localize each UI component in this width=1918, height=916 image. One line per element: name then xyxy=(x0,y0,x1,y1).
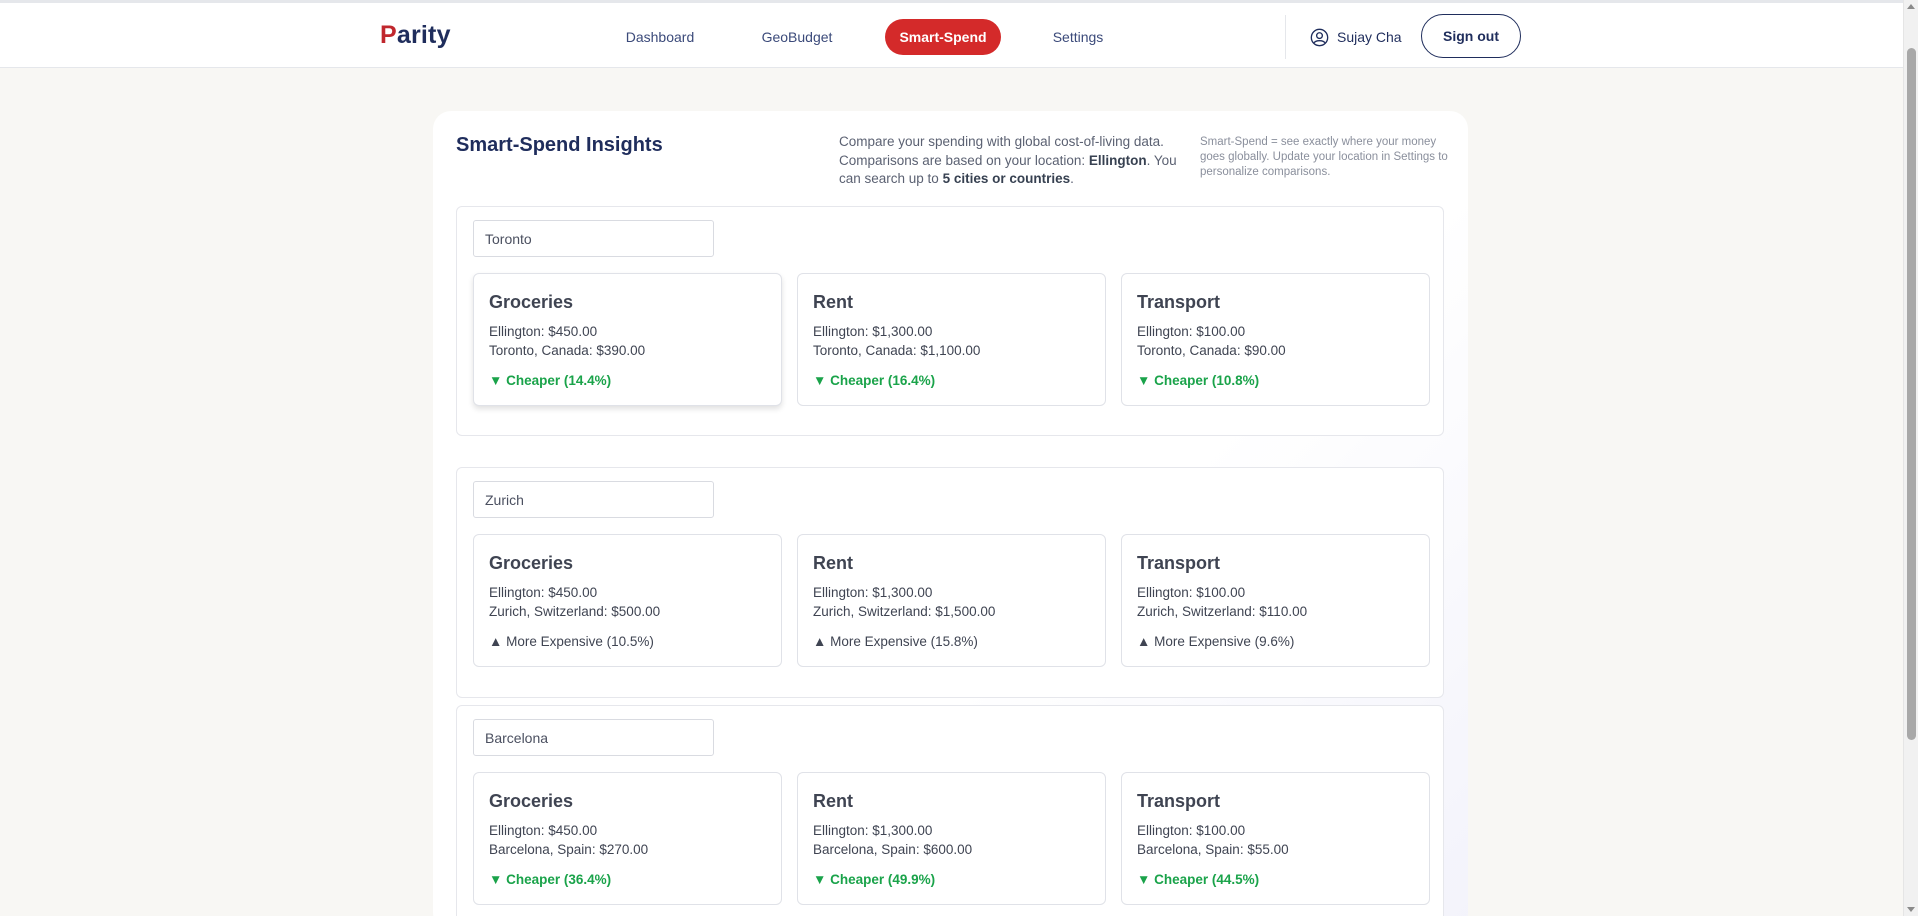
scroll-up-arrow-icon[interactable] xyxy=(1907,4,1915,9)
compare-cost: Barcelona, Spain: $270.00 xyxy=(489,842,649,857)
card-title: Rent xyxy=(813,292,853,312)
desc-location: Ellington xyxy=(1088,152,1147,168)
category-card-rent: Rent Ellington: $1,300.00 Zurich, Switze… xyxy=(797,534,1106,667)
compare-cost: Toronto, Canada: $390.00 xyxy=(489,343,646,358)
compare-cost: Zurich, Switzerland: $500.00 xyxy=(489,604,661,619)
category-card-rent: Rent Ellington: $1,300.00 Toronto, Canad… xyxy=(797,273,1106,406)
home-cost: Ellington: $450.00 xyxy=(489,324,598,339)
nav-dashboard[interactable]: Dashboard xyxy=(616,19,704,55)
panel-description: Compare your spending with global cost-o… xyxy=(839,133,1191,189)
status-badge: ▼ Cheaper (16.4%) xyxy=(813,373,936,388)
city-block-toronto: Groceries Ellington: $450.00 Toronto, Ca… xyxy=(456,206,1444,436)
compare-cost: Zurich, Switzerland: $1,500.00 xyxy=(813,604,996,619)
city-search-input[interactable] xyxy=(473,481,714,518)
user-profile[interactable]: Sujay Cha xyxy=(1310,19,1402,55)
card-title: Transport xyxy=(1137,292,1221,312)
status-badge: ▼ Cheaper (14.4%) xyxy=(489,373,612,388)
compare-cost: Barcelona, Spain: $600.00 xyxy=(813,842,973,857)
top-navbar: Parity Dashboard GeoBudget Smart-Spend S… xyxy=(0,0,1903,68)
category-card-transport: Transport Ellington: $100.00 Barcelona, … xyxy=(1121,772,1430,905)
category-card-groceries: Groceries Ellington: $450.00 Barcelona, … xyxy=(473,772,782,905)
category-card-groceries: Groceries Ellington: $450.00 Zurich, Swi… xyxy=(473,534,782,667)
logo-text: arity xyxy=(396,21,451,49)
scroll-down-arrow-icon[interactable] xyxy=(1907,907,1915,912)
user-name: Sujay Cha xyxy=(1337,29,1402,45)
card-title: Groceries xyxy=(489,292,574,312)
category-card-groceries: Groceries Ellington: $450.00 Toronto, Ca… xyxy=(473,273,782,406)
status-badge: ▼ Cheaper (36.4%) xyxy=(489,872,612,887)
page-title: Smart-Spend Insights xyxy=(456,134,663,156)
card-title: Groceries xyxy=(489,791,574,811)
desc-limit: 5 cities or countries xyxy=(942,171,1071,186)
sign-out-button[interactable]: Sign out xyxy=(1421,14,1521,58)
category-card-rent: Rent Ellington: $1,300.00 Barcelona, Spa… xyxy=(797,772,1106,905)
category-card-transport: Transport Ellington: $100.00 Zurich, Swi… xyxy=(1121,534,1430,667)
status-badge: ▼ Cheaper (49.9%) xyxy=(813,872,936,887)
scrollbar-thumb[interactable] xyxy=(1907,48,1916,740)
smart-spend-panel: Smart-Spend Insights Compare your spendi… xyxy=(433,111,1468,916)
card-title: Transport xyxy=(1137,553,1221,573)
compare-cost: Toronto, Canada: $1,100.00 xyxy=(813,343,981,358)
status-badge: ▼ Cheaper (10.8%) xyxy=(1137,373,1260,388)
home-cost: Ellington: $450.00 xyxy=(489,823,598,838)
status-badge: ▲ More Expensive (10.5%) xyxy=(489,634,654,649)
card-title: Transport xyxy=(1137,791,1221,811)
logo-initial: P xyxy=(380,21,397,49)
home-cost: Ellington: $450.00 xyxy=(489,585,598,600)
home-cost: Ellington: $100.00 xyxy=(1137,823,1246,838)
user-circle-icon xyxy=(1310,28,1329,47)
status-badge: ▲ More Expensive (15.8%) xyxy=(813,634,978,649)
city-block-zurich: Groceries Ellington: $450.00 Zurich, Swi… xyxy=(456,467,1444,698)
page-scrollbar[interactable] xyxy=(1903,0,1918,916)
nav-settings[interactable]: Settings xyxy=(1044,19,1112,55)
city-block-barcelona: Groceries Ellington: $450.00 Barcelona, … xyxy=(456,705,1444,916)
home-cost: Ellington: $100.00 xyxy=(1137,324,1246,339)
compare-cost: Barcelona, Spain: $55.00 xyxy=(1137,842,1289,857)
desc-text-3: . xyxy=(1070,171,1074,186)
card-title: Groceries xyxy=(489,553,574,573)
nav-divider xyxy=(1285,15,1286,59)
compare-cost: Zurich, Switzerland: $110.00 xyxy=(1137,604,1308,619)
home-cost: Ellington: $1,300.00 xyxy=(813,585,933,600)
card-title: Rent xyxy=(813,553,853,573)
city-search-input[interactable] xyxy=(473,719,714,756)
card-title: Rent xyxy=(813,791,853,811)
status-badge: ▲ More Expensive (9.6%) xyxy=(1137,634,1295,649)
home-cost: Ellington: $100.00 xyxy=(1137,585,1246,600)
city-search-input[interactable] xyxy=(473,220,714,257)
nav-geobudget[interactable]: GeoBudget xyxy=(752,19,842,55)
nav-smart-spend[interactable]: Smart-Spend xyxy=(885,19,1001,55)
status-badge: ▼ Cheaper (44.5%) xyxy=(1137,872,1260,887)
home-cost: Ellington: $1,300.00 xyxy=(813,324,933,339)
logo[interactable]: Parity xyxy=(380,21,451,50)
panel-note: Smart-Spend = see exactly where your mon… xyxy=(1200,136,1448,178)
home-cost: Ellington: $1,300.00 xyxy=(813,823,933,838)
category-card-transport: Transport Ellington: $100.00 Toronto, Ca… xyxy=(1121,273,1430,406)
compare-cost: Toronto, Canada: $90.00 xyxy=(1137,343,1286,358)
